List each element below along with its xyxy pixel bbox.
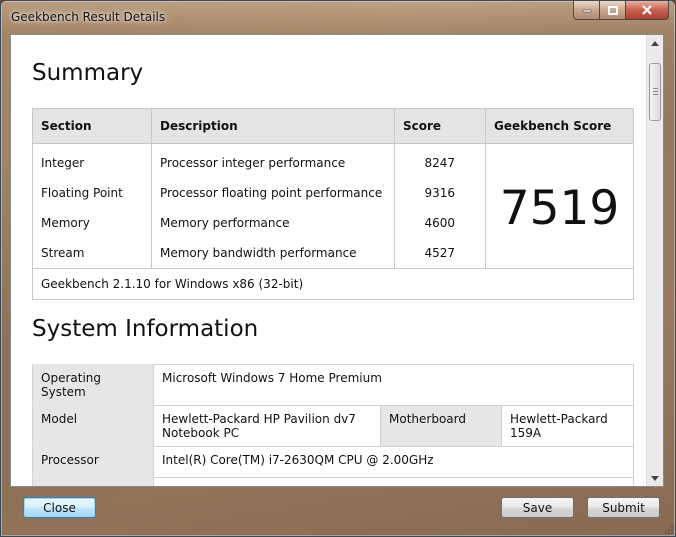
row-score: 4527 [394, 238, 486, 269]
maximize-button[interactable] [599, 1, 625, 20]
minimize-icon [582, 7, 592, 13]
close-button[interactable]: Close [23, 497, 96, 518]
row-description: Processor floating point performance [151, 178, 395, 208]
col-section: Section [32, 108, 152, 144]
col-geekbench-score: Geekbench Score [485, 108, 634, 144]
result-details-window: Geekbench Result Details Summary Section… [0, 0, 676, 537]
summary-heading: Summary [32, 60, 144, 86]
report-content: Summary Section Description Score Geekbe… [11, 35, 644, 486]
col-score: Score [394, 108, 486, 144]
row-score: 9316 [394, 178, 486, 208]
save-button[interactable]: Save [501, 497, 574, 518]
row-score: 8247 [394, 143, 486, 178]
row-section: Stream [32, 238, 152, 269]
processor-id-label: Processor ID [32, 477, 154, 486]
processor-value: Intel(R) Core(TM) i7-2630QM CPU @ 2.00GH… [153, 446, 634, 478]
os-value: Microsoft Windows 7 Home Premium [153, 364, 634, 406]
row-description: Memory bandwidth performance [151, 238, 395, 269]
row-description: Processor integer performance [151, 143, 395, 178]
geekbench-score-value: 7519 [485, 143, 634, 269]
close-window-button[interactable] [625, 1, 669, 20]
caption-buttons [573, 1, 669, 20]
table-row: Model Hewlett-Packard HP Pavilion dv7 No… [32, 405, 634, 447]
arrow-up-icon [651, 40, 659, 46]
table-row: Integer Processor integer performance 82… [32, 143, 634, 269]
summary-table: Section Description Score Geekbench Scor… [32, 108, 634, 300]
report-view[interactable]: Summary Section Description Score Geekbe… [10, 34, 664, 487]
table-row: Processor ID [32, 477, 634, 486]
scroll-thumb[interactable] [649, 63, 661, 121]
row-section: Memory [32, 208, 152, 238]
summary-footer-row: Geekbench 2.1.10 for Windows x86 (32-bit… [32, 268, 634, 300]
summary-header-row: Section Description Score Geekbench Scor… [32, 108, 634, 144]
title-bar[interactable]: Geekbench Result Details [1, 1, 675, 33]
window-title: Geekbench Result Details [11, 10, 166, 24]
scroll-up-button[interactable] [647, 35, 663, 51]
table-row: Operating System Microsoft Windows 7 Hom… [32, 364, 634, 406]
resize-grip-icon[interactable] [663, 524, 673, 534]
os-label: Operating System [32, 364, 154, 406]
col-description: Description [151, 108, 395, 144]
scroll-down-button[interactable] [647, 470, 663, 486]
processor-label: Processor [32, 446, 154, 478]
maximize-icon [607, 5, 618, 15]
submit-button[interactable]: Submit [587, 497, 660, 518]
motherboard-value: Hewlett-Packard 159A [501, 405, 634, 447]
model-value: Hewlett-Packard HP Pavilion dv7 Notebook… [153, 405, 381, 447]
row-score: 4600 [394, 208, 486, 238]
row-section: Floating Point [32, 178, 152, 208]
row-description: Memory performance [151, 208, 395, 238]
minimize-button[interactable] [573, 1, 599, 20]
vertical-scrollbar[interactable] [646, 35, 663, 486]
processor-id-value [153, 477, 634, 486]
geekbench-version: Geekbench 2.1.10 for Windows x86 (32-bit… [32, 268, 634, 300]
close-icon [642, 5, 652, 15]
model-label: Model [32, 405, 154, 447]
arrow-down-icon [651, 475, 659, 481]
system-info-table: Operating System Microsoft Windows 7 Hom… [32, 364, 634, 486]
system-info-heading: System Information [32, 316, 259, 342]
table-row: Processor Intel(R) Core(TM) i7-2630QM CP… [32, 446, 634, 478]
row-section: Integer [32, 143, 152, 178]
motherboard-label: Motherboard [380, 405, 502, 447]
